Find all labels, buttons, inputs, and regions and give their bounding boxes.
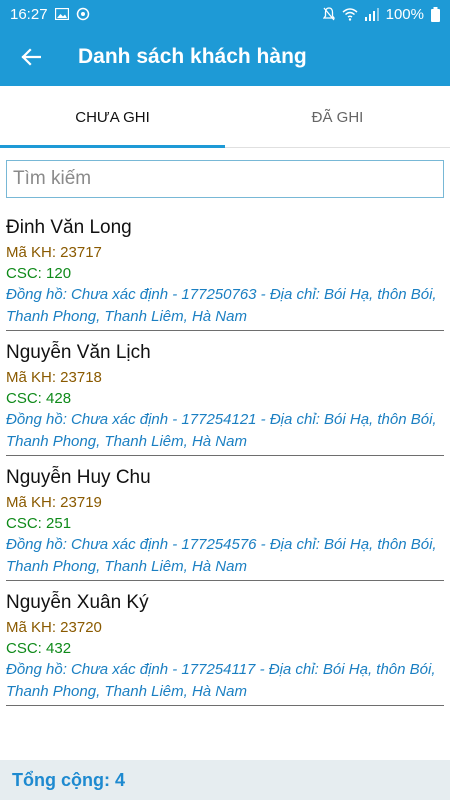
image-icon [54,8,69,20]
silent-icon [322,7,335,21]
customer-code: Mã KH: 23717 [6,244,102,261]
customer-list: Đinh Văn Long Mã KH: 23717 CSC: 120 Đồng… [0,206,450,706]
battery-icon [431,6,440,22]
tab-chua-ghi[interactable]: CHƯA GHI [0,86,225,148]
app-bar: Danh sách khách hàng [0,28,450,86]
customer-name: Nguyễn Văn Lịch [6,342,151,363]
sync-icon [76,7,90,21]
footer-total: Tổng cộng: 4 [0,760,450,800]
customer-name: Đinh Văn Long [6,217,132,238]
back-button[interactable] [0,28,62,86]
arrow-left-icon [21,48,41,66]
customer-code: Mã KH: 23720 [6,619,102,636]
wifi-icon [342,7,358,21]
battery-percent: 100% [385,5,424,23]
customer-csc: CSC: 428 [6,390,72,407]
customer-code: Mã KH: 23718 [6,369,102,386]
signal-icon [364,7,379,21]
tab-da-ghi[interactable]: ĐÃ GHI [225,86,450,147]
page-title: Danh sách khách hàng [78,45,307,68]
customer-meter-address: Đồng hồ: Chưa xác định - 177254121 - Địa… [6,411,437,450]
list-item[interactable]: Nguyễn Huy Chu Mã KH: 23719 CSC: 251 Đồn… [6,456,444,581]
status-bar: 16:27 100% [0,0,450,28]
customer-meter-address: Đồng hồ: Chưa xác định - 177254117 - Địa… [6,661,436,700]
customer-csc: CSC: 120 [6,265,72,282]
customer-meter-address: Đồng hồ: Chưa xác định - 177250763 - Địa… [6,286,437,325]
list-item[interactable]: Nguyễn Văn Lịch Mã KH: 23718 CSC: 428 Đồ… [6,331,444,456]
status-left: 16:27 [10,6,90,23]
tab-bar: CHƯA GHI ĐÃ GHI [0,86,450,148]
status-time: 16:27 [10,5,48,23]
customer-name: Nguyễn Huy Chu [6,467,151,488]
list-item[interactable]: Nguyễn Xuân Ký Mã KH: 23720 CSC: 432 Đồn… [6,581,444,706]
list-item[interactable]: Đinh Văn Long Mã KH: 23717 CSC: 120 Đồng… [6,206,444,331]
search-input[interactable] [6,160,444,198]
customer-code: Mã KH: 23719 [6,494,102,511]
customer-csc: CSC: 251 [6,515,72,532]
customer-csc: CSC: 432 [6,640,72,657]
customer-name: Nguyễn Xuân Ký [6,592,149,613]
customer-meter-address: Đồng hồ: Chưa xác định - 177254576 - Địa… [6,536,437,575]
total-count: Tổng cộng: 4 [12,769,125,790]
search-area [0,148,450,206]
status-right: 100% [322,5,440,23]
